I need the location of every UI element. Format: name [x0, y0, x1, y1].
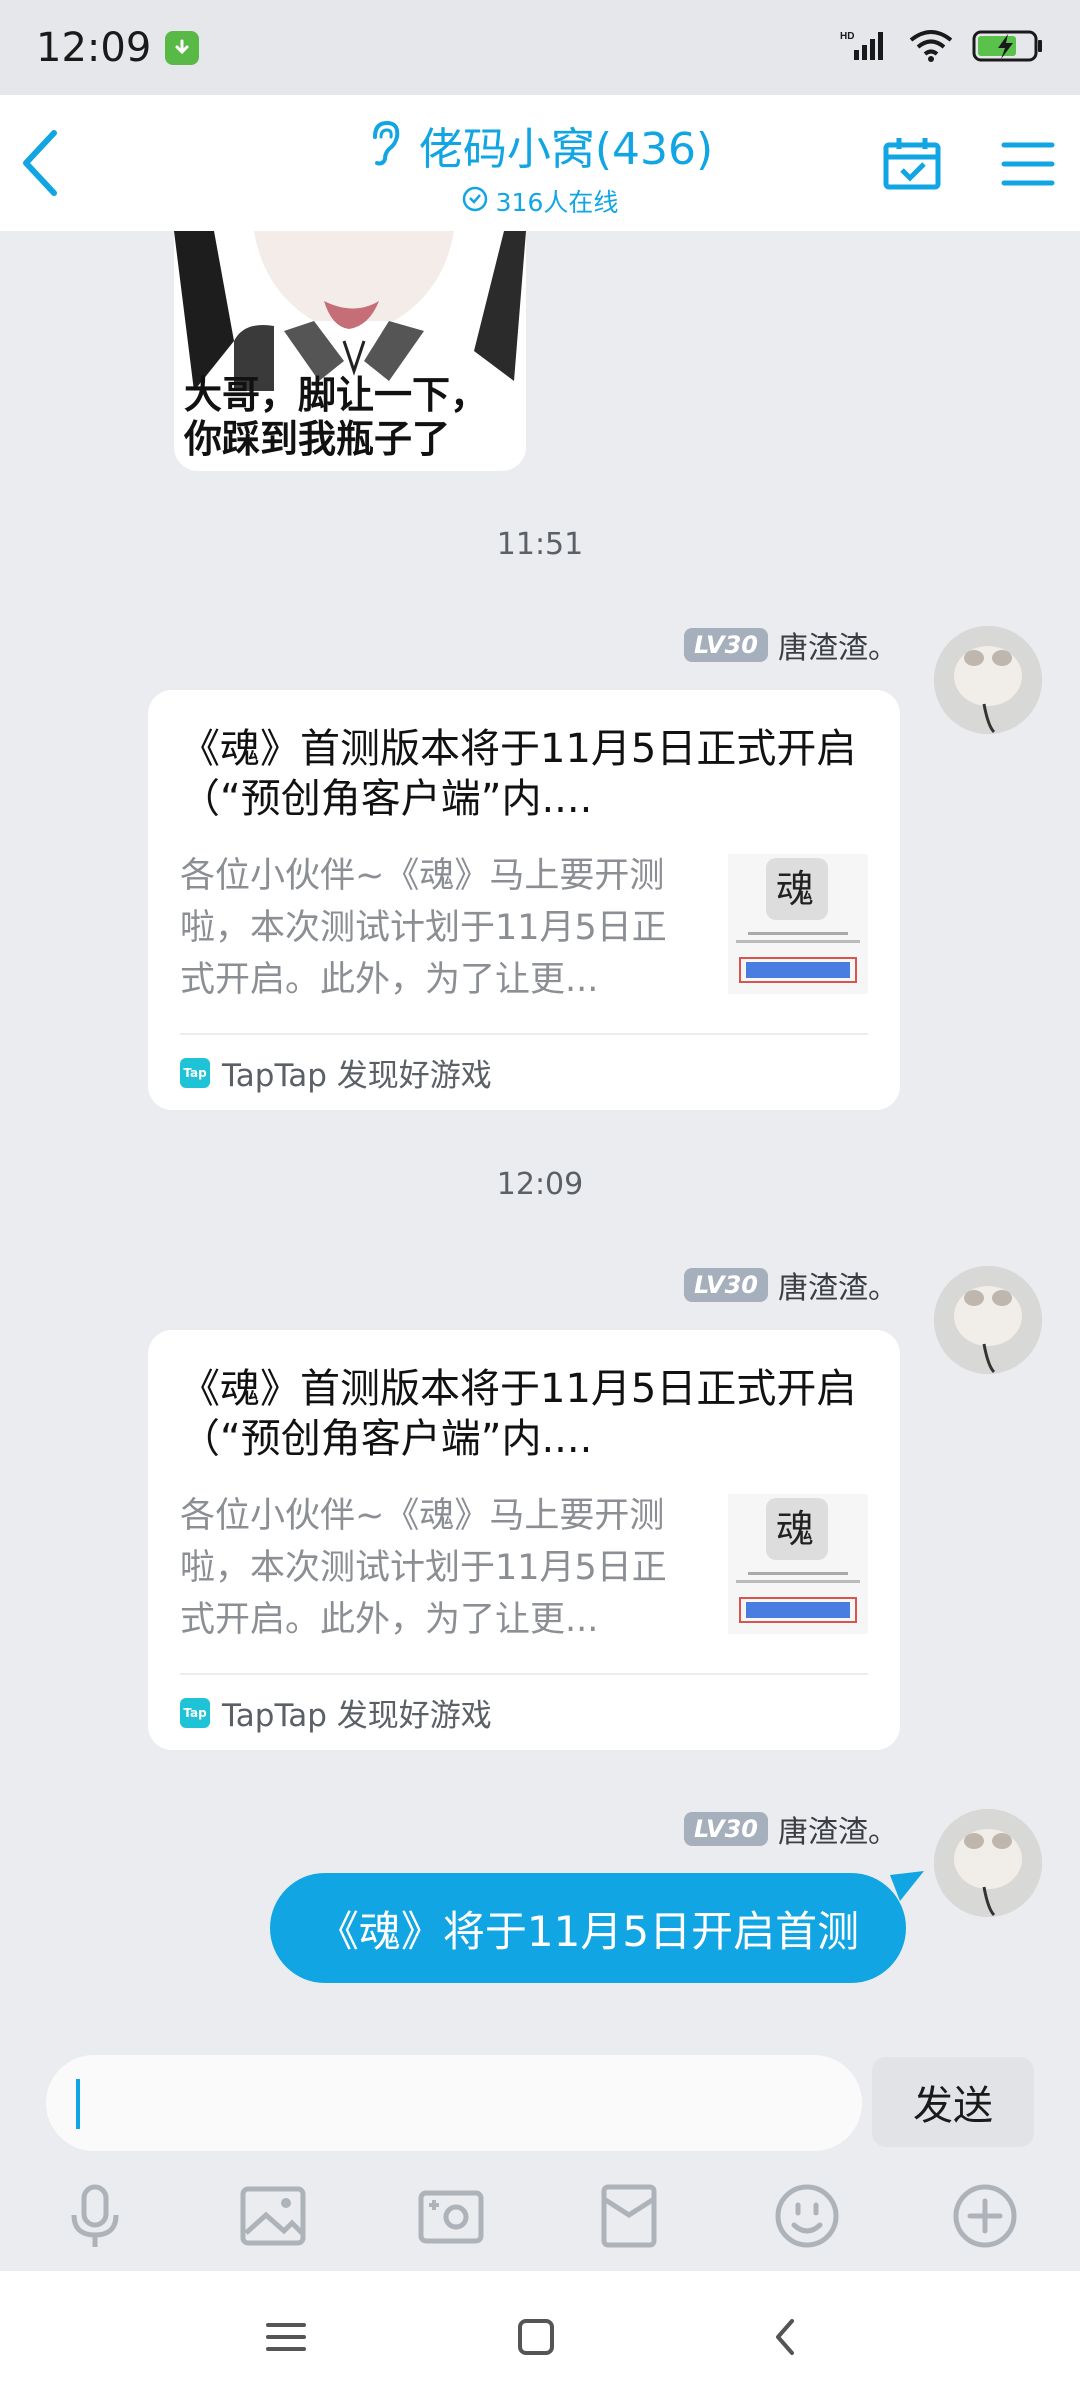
link-card[interactable]: 《魂》首测版本将于11月5日正式开启（“预创角客户端”内.... 各位小伙伴~《…	[148, 1330, 900, 1750]
sender-info: LV30 唐渣渣。	[684, 623, 898, 667]
chat-header: 佬码小窝(436) 316人在线	[0, 95, 1080, 231]
svg-text:魂: 魂	[776, 1507, 814, 1551]
home-icon	[518, 2319, 554, 2355]
home-button[interactable]	[506, 2307, 566, 2367]
ear-icon	[367, 119, 403, 171]
card-description: 各位小伙伴~《魂》马上要开测啦，本次测试计划于11月5日正式开启。此外，为了让更…	[180, 1496, 667, 1640]
message-input[interactable]	[46, 2055, 862, 2151]
composer: 发送	[0, 2031, 1080, 2271]
svg-text:魂: 魂	[776, 867, 814, 911]
time-divider: 11:51	[496, 527, 584, 562]
image-icon	[240, 2186, 306, 2246]
cat-avatar-image	[934, 1809, 1042, 1917]
composer-toolbar	[0, 2181, 1080, 2261]
level-badge: LV30	[684, 1268, 768, 1302]
text-message-bubble[interactable]: 《魂》将于11月5日开启首测	[270, 1873, 906, 1983]
emoji-icon	[775, 2184, 839, 2248]
plus-icon	[953, 2184, 1017, 2248]
check-circle-icon	[462, 186, 488, 216]
red-packet-icon	[601, 2184, 657, 2248]
level-badge: LV30	[684, 1812, 768, 1846]
calendar-button[interactable]	[882, 135, 942, 191]
status-time: 12:09	[36, 24, 152, 71]
menu-icon	[1001, 142, 1055, 186]
back-nav-button[interactable]	[756, 2307, 816, 2367]
image-button[interactable]	[238, 2181, 308, 2251]
system-nav-bar	[0, 2271, 1080, 2400]
wifi-icon	[908, 28, 954, 68]
game-thumbnail-image: 魂	[728, 854, 868, 994]
download-badge-icon	[165, 30, 200, 65]
microphone-icon	[71, 2184, 119, 2247]
taptap-logo-icon: Tap	[180, 1057, 210, 1088]
sender-name[interactable]: 唐渣渣。	[778, 623, 898, 667]
status-bar: 12:09 HD	[0, 0, 1080, 95]
text-caret	[76, 2079, 80, 2129]
sender-info: LV30 唐渣渣。	[684, 1807, 898, 1851]
recents-icon	[266, 2323, 306, 2351]
cat-avatar-image	[934, 1266, 1042, 1374]
sender-info: LV30 唐渣渣。	[684, 1263, 898, 1307]
online-count[interactable]: 316人在线	[496, 183, 619, 219]
card-divider	[180, 1673, 868, 1675]
message-list[interactable]: 大哥，脚让一下， 你踩到我瓶子了 11:51 LV30 唐渣渣。 《魂》首测版本…	[0, 231, 1080, 2031]
recents-button[interactable]	[256, 2307, 316, 2367]
send-button[interactable]: 发送	[872, 2057, 1034, 2147]
sticker-caption: 大哥，脚让一下， 你踩到我瓶子了	[184, 372, 489, 461]
cat-avatar-image	[934, 626, 1042, 734]
game-thumbnail-image: 魂	[728, 1494, 868, 1634]
sender-name[interactable]: 唐渣渣。	[778, 1263, 898, 1307]
level-badge: LV30	[684, 628, 768, 662]
back-nav-icon	[776, 2319, 794, 2355]
avatar[interactable]	[934, 1266, 1042, 1374]
taptap-logo-icon: Tap	[180, 1697, 210, 1728]
sticker-message[interactable]: 大哥，脚让一下， 你踩到我瓶子了	[174, 231, 526, 471]
card-divider	[180, 1033, 868, 1035]
camera-button[interactable]	[416, 2181, 486, 2251]
sender-name[interactable]: 唐渣渣。	[778, 1807, 898, 1851]
card-title: 《魂》首测版本将于11月5日正式开启（“预创角客户端”内....	[180, 726, 857, 822]
avatar[interactable]	[934, 1809, 1042, 1917]
menu-button[interactable]	[1000, 139, 1056, 189]
more-button[interactable]	[950, 2181, 1020, 2251]
camera-icon	[418, 2190, 484, 2244]
card-source: Tap TapTap 发现好游戏	[180, 1050, 492, 1095]
calendar-check-icon	[883, 138, 941, 190]
time-divider: 12:09	[496, 1167, 584, 1202]
card-description: 各位小伙伴~《魂》马上要开测啦，本次测试计划于11月5日正式开启。此外，为了让更…	[180, 856, 667, 1000]
red-packet-button[interactable]	[594, 2181, 664, 2251]
voice-button[interactable]	[60, 2181, 130, 2251]
card-title: 《魂》首测版本将于11月5日正式开启（“预创角客户端”内....	[180, 1366, 857, 1462]
svg-text:HD: HD	[840, 31, 854, 42]
hd-signal-icon: HD	[840, 28, 890, 68]
link-card[interactable]: 《魂》首测版本将于11月5日正式开启（“预创角客户端”内.... 各位小伙伴~《…	[148, 690, 900, 1110]
chat-title[interactable]: 佬码小窝(436)	[419, 113, 713, 177]
avatar[interactable]	[934, 626, 1042, 734]
battery-charging-icon	[972, 29, 1044, 67]
emoji-button[interactable]	[772, 2181, 842, 2251]
card-source: Tap TapTap 发现好游戏	[180, 1690, 492, 1735]
